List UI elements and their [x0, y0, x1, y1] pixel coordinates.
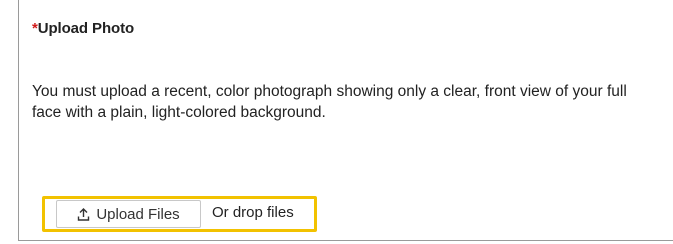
upload-icon: [77, 207, 90, 221]
field-label: *Upload Photo: [32, 20, 134, 37]
upload-photo-label: Upload Photo: [37, 20, 135, 37]
upload-files-label: Upload Files: [96, 205, 180, 223]
photo-instructions: You must upload a recent, color photogra…: [32, 83, 627, 121]
drop-files-text: Or drop files: [212, 204, 294, 221]
upload-files-button[interactable]: Upload Files: [56, 200, 201, 228]
